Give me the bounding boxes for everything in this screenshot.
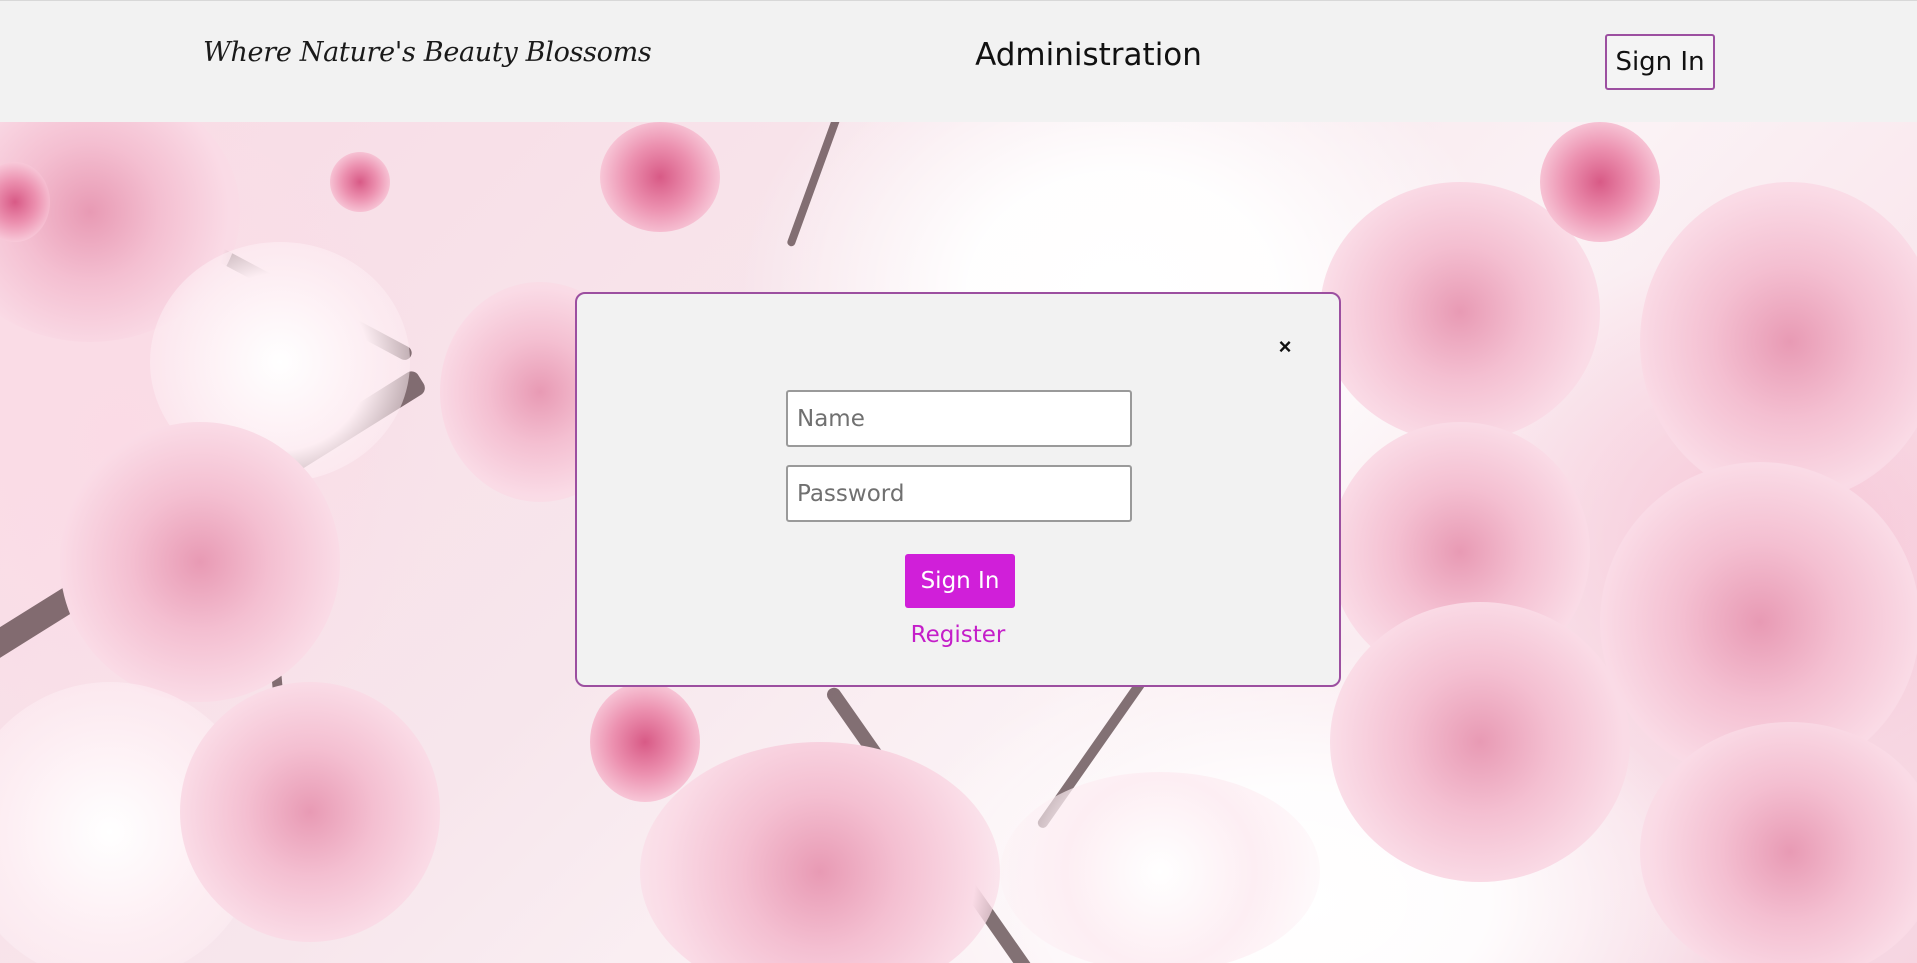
register-link[interactable]: Register <box>911 622 1006 648</box>
password-input[interactable] <box>786 465 1132 522</box>
blossom-decoration <box>1000 772 1320 963</box>
blossom-decoration <box>1640 182 1917 502</box>
blossom-decoration <box>60 422 340 702</box>
blossom-decoration <box>590 682 700 802</box>
sign-in-submit-button[interactable]: Sign In <box>905 554 1015 608</box>
blossom-decoration <box>1330 602 1630 882</box>
name-input[interactable] <box>786 390 1132 447</box>
blossom-decoration <box>600 122 720 232</box>
blossom-decoration <box>1540 122 1660 242</box>
close-icon[interactable]: × <box>1270 332 1300 362</box>
blossom-decoration <box>330 152 390 212</box>
register-link-row: Register <box>577 622 1339 648</box>
blossom-decoration <box>180 682 440 942</box>
header-sign-in-button[interactable]: Sign In <box>1605 34 1715 90</box>
branch-decoration <box>786 122 856 248</box>
blossom-decoration <box>640 742 1000 963</box>
top-header: Where Nature's Beauty Blossoms Administr… <box>0 0 1917 122</box>
sign-in-modal: × Sign In Register <box>575 292 1341 687</box>
